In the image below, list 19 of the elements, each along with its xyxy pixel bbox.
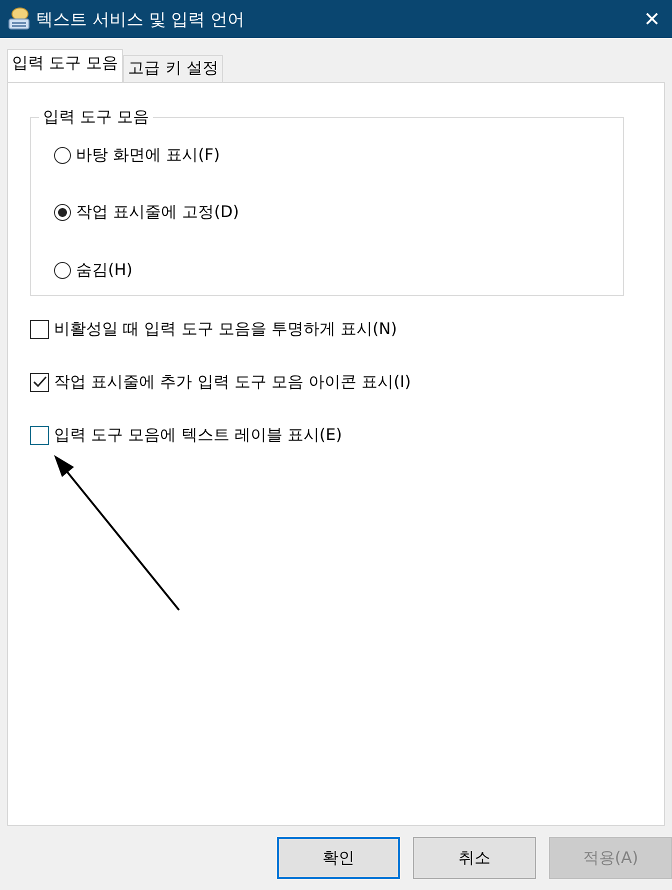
radio-button[interactable] <box>54 262 71 278</box>
window-title: 텍스트 서비스 및 입력 언어 <box>36 8 246 30</box>
radio-button[interactable] <box>54 204 71 221</box>
checkbox-label: 입력 도구 모음에 텍스트 레이블 표시(E) <box>54 424 342 446</box>
checkbox-label: 작업 표시줄에 추가 입력 도구 모음 아이콘 표시(I) <box>54 372 411 392</box>
radio-label: 바탕 화면에 표시(F) <box>76 144 220 166</box>
keyboard-icon <box>8 7 30 31</box>
radio-button[interactable] <box>54 146 71 164</box>
dialog-button[interactable]: 확인 <box>277 837 400 879</box>
close-button[interactable]: ✕ <box>632 7 672 31</box>
dialog-button[interactable]: 취소 <box>413 837 536 879</box>
checkbox-label: 비활성일 때 입력 도구 모음을 투명하게 표시(N) <box>54 318 397 340</box>
tab[interactable]: 고급 키 설정 <box>123 55 224 82</box>
tab[interactable]: 입력 도구 모음 <box>7 49 124 82</box>
radio-label: 숨김(H) <box>76 260 133 280</box>
checkbox[interactable] <box>30 426 49 444</box>
radio-label: 작업 표시줄에 고정(D) <box>76 202 239 223</box>
checkbox[interactable] <box>30 372 49 392</box>
checkbox[interactable] <box>30 320 49 338</box>
